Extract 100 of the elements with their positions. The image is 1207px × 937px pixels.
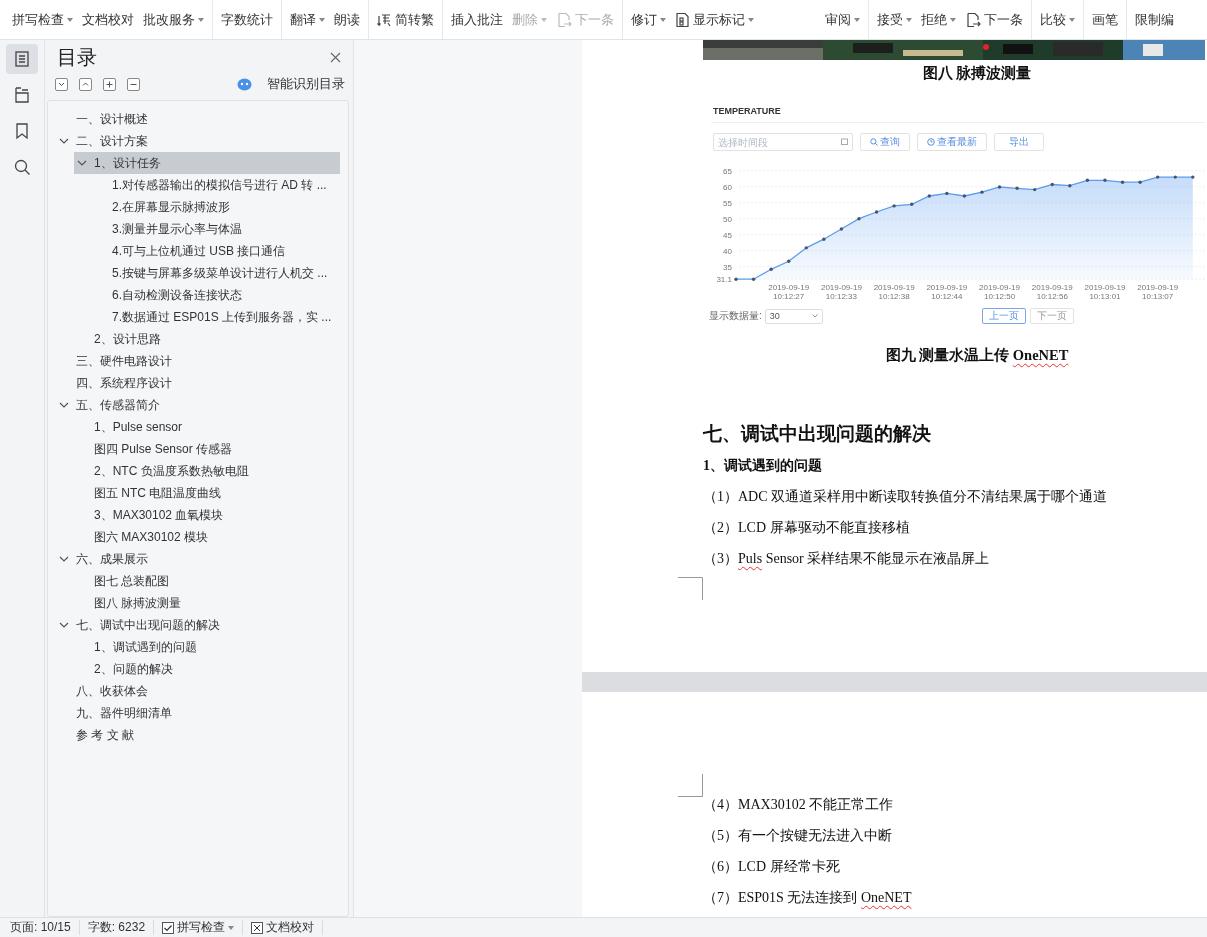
outline-item[interactable]: 七、调试中出现问题的解决 (56, 614, 340, 636)
paragraph: （7）ESP01S 无法连接到 OneNET (703, 889, 912, 907)
chevron-icon[interactable] (59, 400, 69, 410)
plus-icon[interactable] (103, 77, 116, 91)
data-point (892, 204, 896, 208)
toolbar-button[interactable]: 比较 (1040, 9, 1075, 31)
chevron-icon[interactable] (59, 554, 69, 564)
toolbar-button[interactable]: 简转繁 (377, 9, 434, 31)
data-point (1173, 175, 1177, 179)
proofread-button[interactable]: 文档校对 (251, 919, 315, 936)
data-point (804, 246, 808, 250)
data-point (1103, 178, 1107, 182)
outline-item[interactable]: 五、传感器简介 (56, 394, 340, 416)
convert-icon (377, 12, 392, 28)
outline-item[interactable]: 2.在屏幕显示脉搏波形 (92, 196, 340, 218)
margin-mark (678, 577, 703, 600)
data-point (769, 267, 773, 271)
subsection-heading: 1、调试遇到的问题 (703, 457, 822, 475)
data-point (1068, 184, 1072, 188)
outline-item[interactable]: 3.测量并显示心率与体温 (92, 218, 340, 240)
outline-item[interactable]: 1、Pulse sensor (74, 416, 340, 438)
sidebar-tab[interactable] (6, 44, 38, 74)
outline-item[interactable]: 参 考 文 献 (56, 724, 340, 746)
data-point (751, 277, 756, 281)
toolbar-button[interactable]: 下一条 (965, 9, 1023, 31)
outline-item[interactable]: 1、设计任务 (74, 152, 340, 174)
chevron-up-icon[interactable] (79, 77, 92, 91)
data-point (1120, 180, 1125, 184)
refresh-button[interactable]: 查看最新 (917, 133, 987, 151)
outline-item[interactable]: 四、系统程序设计 (56, 372, 340, 394)
data-point (1033, 187, 1037, 192)
page-count: 页面: 10/15 (10, 919, 71, 936)
outline-item[interactable]: 3、MAX30102 血氧模块 (74, 504, 340, 526)
minus-icon[interactable] (127, 77, 140, 91)
data-point (962, 194, 967, 198)
outline-item[interactable]: 图七 总装配图 (74, 570, 340, 592)
outline-item[interactable]: 2、问题的解决 (74, 658, 340, 680)
search-button[interactable]: 查询 (860, 133, 910, 151)
outline-item[interactable]: 图八 脉搏波测量 (74, 592, 340, 614)
axis-label: 2019-09-19 10:13:01 (1084, 283, 1126, 301)
toolbar-button[interactable]: 文档校对 (82, 9, 134, 31)
axis-label: 40 (723, 246, 732, 256)
outline-item[interactable]: 4.可与上位机通过 USB 接口通信 (92, 240, 340, 262)
toolbar-button[interactable]: 显示标记 (675, 9, 754, 31)
toolbar-button[interactable]: 限制编 (1135, 9, 1174, 31)
clock-icon (927, 138, 935, 146)
outline-item[interactable]: 1、调试遇到的问题 (74, 636, 340, 658)
outline-item[interactable]: 八、收获体会 (56, 680, 340, 702)
axis-label: 2019-09-19 10:12:33 (820, 283, 862, 301)
outline-item[interactable]: 图六 MAX30102 模块 (74, 526, 340, 548)
toolbar-button[interactable]: 审阅 (825, 9, 860, 31)
toolbar-button[interactable]: 画笔 (1092, 9, 1118, 31)
toolbar-button[interactable]: 翻译 (290, 9, 325, 31)
toolbar-button[interactable]: 字数统计 (221, 9, 273, 31)
paragraph: （6）LCD 屏经常卡死 (703, 858, 840, 876)
bubble-icon (237, 77, 252, 91)
chevron-down-icon[interactable] (55, 77, 68, 91)
toolbar-button[interactable]: 修订 (631, 9, 666, 31)
page-size-select[interactable]: 30 (764, 308, 823, 324)
data-point (839, 227, 844, 231)
chevron-icon[interactable] (59, 620, 69, 630)
document-arrow-icon (965, 12, 981, 28)
outline-item[interactable]: 2、NTC 负温度系数热敏电阻 (74, 460, 340, 482)
toolbar-button[interactable]: 批改服务 (143, 9, 204, 31)
axis-label: 2019-09-19 10:12:50 (979, 283, 1020, 301)
outline-item[interactable]: 6.自动检测设备连接状态 (92, 284, 340, 306)
calendar-icon (841, 138, 848, 145)
export-button[interactable]: 导出 (994, 133, 1044, 151)
toolbar-button[interactable]: 接受 (877, 9, 912, 31)
toolbar-button[interactable]: 朗读 (334, 9, 360, 31)
outline-item[interactable]: 图四 Pulse Sensor 传感器 (74, 438, 340, 460)
outline-item[interactable]: 图五 NTC 电阻温度曲线 (74, 482, 340, 504)
data-point (980, 190, 984, 194)
smart-toc-button[interactable]: 智能识别目录 (237, 75, 345, 93)
outline-item[interactable]: 一、设计概述 (56, 108, 340, 130)
toolbar-button[interactable]: 拒绝 (921, 9, 956, 31)
chevron-icon (811, 314, 818, 318)
outline-item[interactable]: 六、成果展示 (56, 548, 340, 570)
toolbar-button[interactable]: 插入批注 (451, 9, 503, 31)
axis-label: 2019-09-19 10:13:07 (1137, 283, 1179, 301)
date-field[interactable]: 选择时间段 (713, 133, 853, 151)
axis-label: 2019-09-19 10:12:44 (926, 283, 968, 301)
outline-item[interactable]: 2、设计思路 (74, 328, 340, 350)
outline-item[interactable]: 7.数据通过 ESP01S 上传到服务器，实 ... (92, 306, 340, 328)
outline-item[interactable]: 5.按键与屏幕多级菜单设计进行人机交 ... (92, 262, 340, 284)
outline-item[interactable]: 九、器件明细清单 (56, 702, 340, 724)
close-icon[interactable] (330, 51, 341, 63)
outline-item[interactable]: 三、硬件电路设计 (56, 350, 340, 372)
axis-label: 2019-09-19 10:12:56 (1031, 283, 1073, 301)
chevron-icon[interactable] (77, 158, 87, 168)
toolbar-button[interactable]: 拼写检查 (12, 9, 73, 31)
outline-item[interactable]: 二、设计方案 (56, 130, 340, 152)
chevron-icon[interactable] (59, 136, 69, 146)
checkbox[interactable] (162, 921, 175, 934)
axis-label: 55 (723, 198, 732, 208)
spell-check-button[interactable]: 拼写检查 (162, 919, 235, 936)
data-point (997, 185, 1002, 189)
page-button[interactable]: 上一页 (982, 308, 1026, 324)
data-point (927, 194, 931, 198)
outline-item[interactable]: 1.对传感器输出的模拟信号进行 AD 转 ... (92, 174, 340, 196)
